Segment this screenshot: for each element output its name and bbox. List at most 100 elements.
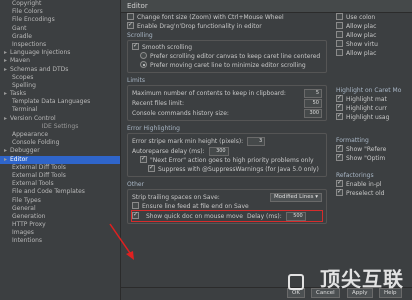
sidebar-item[interactable]: Scopes — [0, 74, 120, 82]
sidebar-item[interactable]: ▸ Language Injections — [0, 49, 120, 57]
refactorings-group: Enable in-pl Preselect old — [336, 180, 412, 198]
option-checkbox[interactable] — [336, 180, 343, 187]
sidebar-item[interactable]: Appearance — [0, 131, 120, 139]
sidebar-item[interactable]: ▸ Version Control — [0, 115, 120, 123]
quick-doc-delay-input[interactable]: 500 — [285, 211, 306, 221]
sidebar-item-label: Appearance — [12, 131, 49, 138]
sidebar-item[interactable]: File Colors — [0, 8, 120, 16]
sidebar-item[interactable]: Generation — [0, 213, 120, 221]
sidebar-item[interactable]: Images — [0, 229, 120, 237]
option-checkbox[interactable] — [336, 113, 343, 120]
zoom-option[interactable]: Change font size (Zoom) with Ctrl+Mouse … — [127, 13, 327, 22]
sidebar-item[interactable]: Inspections — [0, 41, 120, 49]
sidebar-item[interactable]: Intentions — [0, 237, 120, 245]
right-option[interactable]: Preselect old — [336, 189, 412, 198]
quick-doc-option[interactable]: Show quick doc on mouse moveDelay (ms):5… — [131, 210, 323, 222]
sidebar-item[interactable]: External Diff Tools — [0, 172, 120, 180]
drag-drop-option[interactable]: Enable Drag'n'Drop functionality in edit… — [127, 22, 327, 31]
autoreparse-input[interactable]: 300 — [208, 146, 229, 156]
sidebar-item[interactable]: File and Code Templates — [0, 188, 120, 196]
right-option[interactable]: Allow plac — [336, 22, 412, 31]
sidebar-item[interactable]: Terminal — [0, 106, 120, 114]
sidebar-item[interactable]: Template Data Languages — [0, 98, 120, 106]
sidebar-item[interactable]: Spelling — [0, 82, 120, 90]
right-column: Use colon Allow plac Allow plac Show virtu A… — [336, 13, 412, 198]
right-option[interactable]: Show virtu — [336, 40, 412, 49]
scroll-minimize-option[interactable]: Prefer moving caret line to minimize edi… — [132, 61, 322, 70]
next-error-checkbox[interactable] — [140, 156, 147, 163]
right-option[interactable]: Show "Refere — [336, 145, 412, 154]
recent-files-row: Recent files limit: 50 — [132, 98, 322, 108]
scroll-minimize-radio[interactable] — [140, 61, 147, 68]
sidebar-item[interactable]: Gant — [0, 25, 120, 33]
sidebar-item-label: General — [12, 204, 36, 212]
sidebar-item[interactable]: ▸ Schemas and DTDs — [0, 66, 120, 74]
sidebar-item[interactable]: Gradle — [0, 33, 120, 41]
right-option[interactable]: Show "Optim — [336, 154, 412, 163]
error-stripe-input[interactable]: 3 — [247, 136, 266, 146]
sidebar-item-label: Inspections — [12, 40, 47, 48]
right-option[interactable]: Use colon — [336, 13, 412, 22]
option-checkbox[interactable] — [336, 49, 343, 56]
option-checkbox[interactable] — [336, 104, 343, 111]
scroll-centered-radio[interactable] — [140, 52, 147, 59]
sidebar-item[interactable]: ▸ Editor — [0, 155, 120, 164]
option-checkbox[interactable] — [336, 189, 343, 196]
option-label: Allow plac — [346, 50, 377, 57]
sidebar-item[interactable]: Console Folding — [0, 139, 120, 147]
sidebar-item[interactable]: ▸ Debugger — [0, 147, 120, 155]
console-history-input[interactable]: 300 — [304, 108, 322, 118]
sidebar-item[interactable]: Copyright — [0, 0, 120, 8]
right-option[interactable]: Allow plac — [336, 31, 412, 40]
editor-settings-panel: Editor Change font size (Zoom) with Ctrl… — [121, 0, 412, 300]
option-checkbox[interactable] — [336, 13, 343, 20]
option-checkbox[interactable] — [336, 40, 343, 47]
clipboard-limit-input[interactable]: 5 — [304, 88, 322, 98]
chevron-down-icon: ▾ — [315, 193, 318, 200]
recent-files-input[interactable]: 50 — [304, 98, 322, 108]
sidebar-item-label: Version Control — [10, 114, 56, 122]
sidebar-item[interactable]: External Tools — [0, 180, 120, 188]
left-column: Change font size (Zoom) with Ctrl+Mouse … — [127, 13, 327, 227]
right-option[interactable]: Highlight usag — [336, 113, 412, 122]
formatting-group: Show "Refere Show "Optim — [336, 145, 412, 163]
quick-doc-checkbox[interactable] — [132, 211, 139, 219]
option-checkbox[interactable] — [336, 95, 343, 102]
option-checkbox[interactable] — [336, 31, 343, 38]
right-option[interactable]: Allow plac — [336, 49, 412, 58]
drag-drop-checkbox[interactable] — [127, 22, 134, 29]
smooth-scrolling-option[interactable]: Smooth scrolling — [132, 43, 322, 52]
sidebar-item[interactable]: General — [0, 205, 120, 213]
sidebar-item-label: Terminal — [12, 106, 38, 114]
settings-window: Copyright File Colors File Encodings Gant Gr… — [0, 0, 412, 300]
right-option[interactable]: Highlight mat — [336, 95, 412, 104]
highlight-caret-title: Highlight on Caret Mo — [336, 87, 402, 94]
sidebar-item[interactable]: ▸ Maven — [0, 57, 120, 65]
sidebar-item[interactable]: External Diff Tools — [0, 164, 120, 172]
option-label: Show "Refere — [346, 146, 387, 153]
next-error-option[interactable]: "Next Error" action goes to high priorit… — [132, 156, 322, 165]
sidebar-item-label: IDE Settings — [41, 122, 79, 130]
right-option[interactable]: Enable in-pl — [336, 180, 412, 189]
ensure-line-feed-checkbox[interactable] — [132, 202, 139, 209]
sidebar-item[interactable]: File Types — [0, 197, 120, 205]
smooth-scrolling-checkbox[interactable] — [132, 43, 139, 50]
option-checkbox[interactable] — [336, 22, 343, 29]
option-checkbox[interactable] — [336, 145, 343, 152]
scrolling-group: Smooth scrolling Prefer scrolling editor… — [127, 40, 327, 73]
strip-spaces-select[interactable]: Modified Lines ▾ — [269, 192, 322, 202]
suppress-warnings-option[interactable]: Suppress with @SuppressWarnings (for Jav… — [132, 165, 322, 174]
suppress-warnings-checkbox[interactable] — [148, 165, 155, 172]
sidebar-item[interactable]: File Encodings — [0, 16, 120, 24]
clipboard-limit-row: Maximum number of contents to keep in cl… — [132, 88, 322, 98]
zoom-checkbox[interactable] — [127, 13, 134, 20]
sidebar-item[interactable]: HTTP Proxy — [0, 221, 120, 229]
right-option[interactable]: Highlight curr — [336, 104, 412, 113]
sidebar-item[interactable]: ▸ Tasks — [0, 90, 120, 98]
sidebar-item-label: Maven — [10, 57, 30, 65]
scroll-centered-option[interactable]: Prefer scrolling editor canvas to keep c… — [132, 52, 322, 61]
ensure-line-feed-option[interactable]: Ensure line feed at file end on Save — [132, 202, 322, 211]
sidebar-item-label: Intentions — [12, 237, 43, 245]
autoreparse-row: Autoreparse delay (ms): 300 — [132, 146, 322, 156]
option-checkbox[interactable] — [336, 154, 343, 161]
